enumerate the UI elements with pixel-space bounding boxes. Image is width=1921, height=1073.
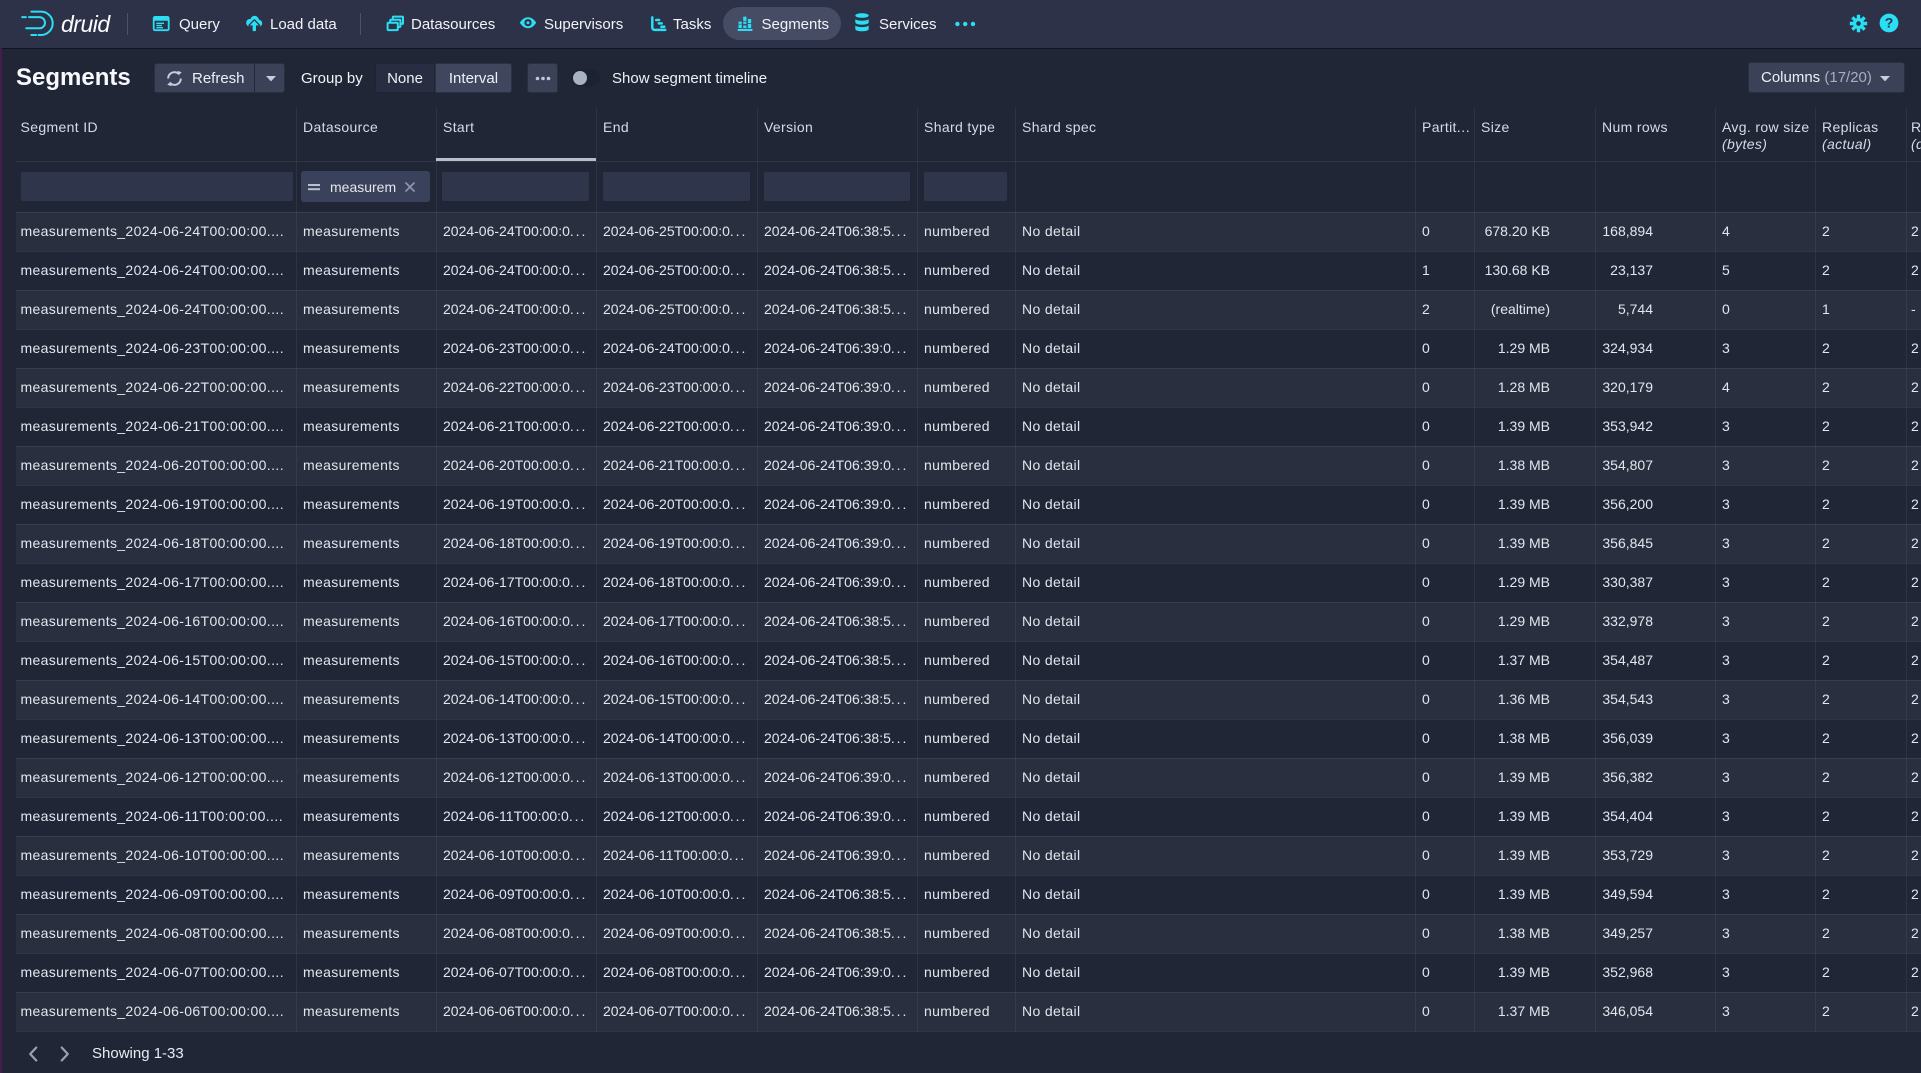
svg-text:?: ? — [1885, 14, 1894, 30]
